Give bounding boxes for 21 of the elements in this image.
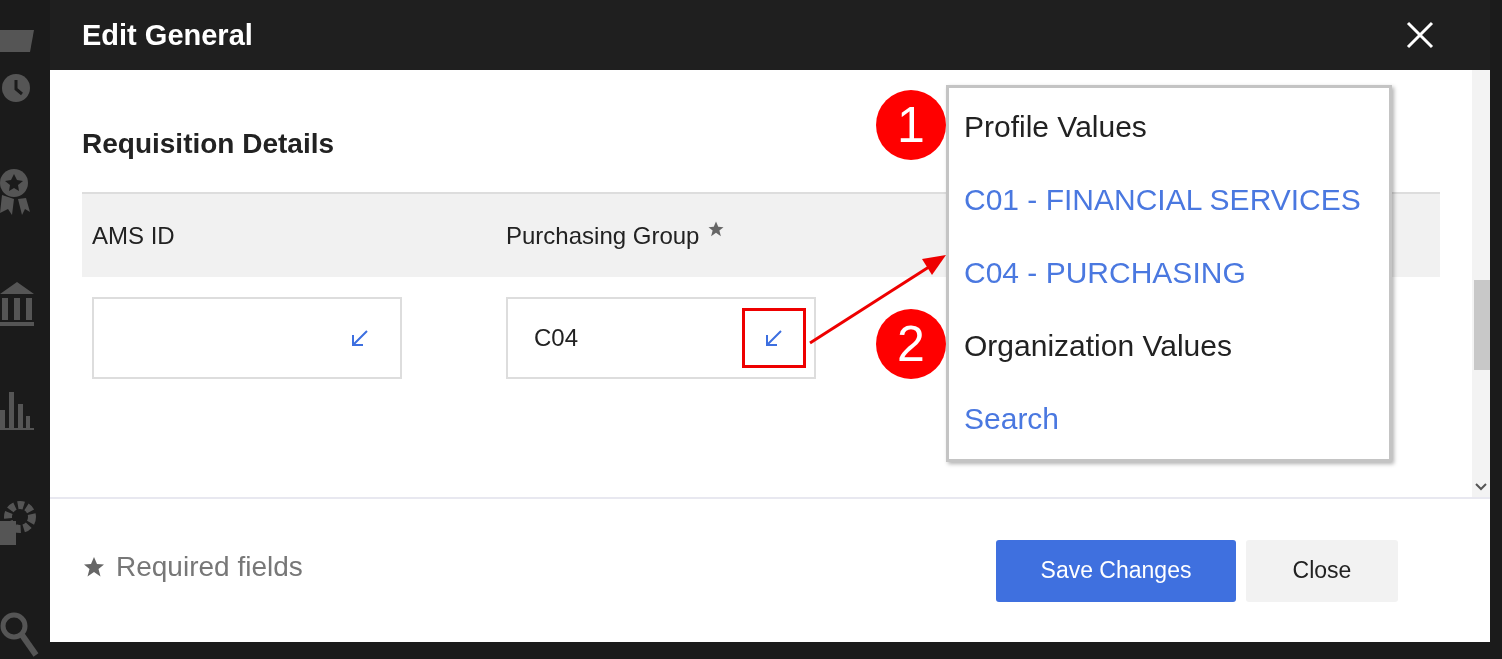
close-button[interactable]: Close — [1246, 539, 1398, 602]
menu-option[interactable]: C01 - FINANCIAL SERVICES — [964, 182, 1361, 217]
bar-chart-icon[interactable] — [0, 390, 34, 430]
menu-option[interactable]: Search — [964, 401, 1060, 436]
bank-icon[interactable] — [0, 282, 34, 326]
input-field[interactable]: C04 — [506, 297, 816, 379]
save-button[interactable]: Save Changes — [996, 539, 1236, 602]
dialog-title: Edit General — [82, 18, 253, 52]
chevron-down-icon[interactable] — [1475, 483, 1487, 491]
field-label: Purchasing Group — [506, 221, 700, 250]
search-icon[interactable] — [0, 612, 40, 659]
scrollbar-thumb[interactable] — [1474, 280, 1490, 370]
input-field[interactable] — [92, 297, 402, 379]
required-note: Required fields — [116, 550, 303, 583]
field-value: C04 — [534, 324, 579, 352]
menu-option[interactable]: C04 - PURCHASING — [964, 255, 1246, 290]
close-icon[interactable] — [1406, 21, 1434, 49]
menu-group-header: Profile Values — [964, 109, 1147, 144]
scrollbar[interactable] — [1472, 70, 1490, 497]
menu-group-header: Organization Values — [964, 328, 1232, 363]
field-label: AMS ID — [92, 221, 175, 250]
